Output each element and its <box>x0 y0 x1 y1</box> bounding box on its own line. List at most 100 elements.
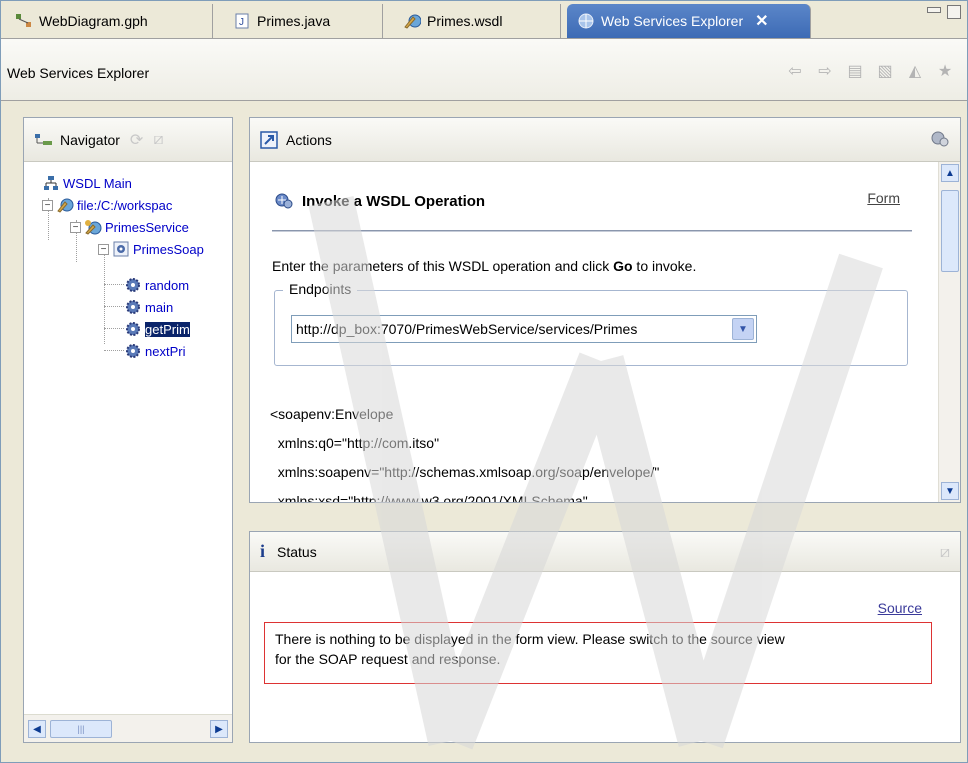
binding-icon <box>112 240 130 258</box>
tree-item-label: getPrim <box>145 321 190 337</box>
collapse-toggle[interactable]: − <box>70 221 81 233</box>
tab-web-services-explorer[interactable]: Web Services Explorer ✕ <box>567 4 811 38</box>
minimize-icon[interactable] <box>927 7 941 13</box>
tree-item-label: nextPri <box>145 343 186 359</box>
tree-item-operation[interactable]: random <box>124 274 189 296</box>
scroll-up-icon[interactable]: ▲ <box>941 164 959 182</box>
tree-item-label: file:/C:/workspac <box>77 197 173 213</box>
editor-tab-bar: WebDiagram.gph J Primes.java Primes.wsdl… <box>1 1 967 39</box>
tree-item-operation-selected[interactable]: getPrim <box>124 318 190 340</box>
instruction-go: Go <box>613 258 633 274</box>
actions-vertical-scrollbar[interactable]: ▲ ▼ <box>938 162 960 502</box>
clear-status-icon[interactable]: ⧄ <box>940 544 950 562</box>
wsdl-operation-icon <box>930 130 950 151</box>
svg-text:J: J <box>239 17 244 28</box>
tab-primes-java[interactable]: J Primes.java <box>223 4 383 38</box>
tab-primes-wsdl[interactable]: Primes.wsdl <box>393 4 561 38</box>
tree-item-label: random <box>145 277 190 293</box>
back-icon[interactable]: ⇦ <box>785 61 805 81</box>
scroll-thumb[interactable]: ||| <box>50 720 112 738</box>
instruction-part: to invoke. <box>632 258 697 274</box>
instruction-text: Enter the parameters of this WSDL operat… <box>272 258 696 274</box>
close-tab-icon[interactable]: ✕ <box>755 11 768 31</box>
tree-item-operation[interactable]: nextPri <box>124 340 185 362</box>
xml-line: xmlns:soapenv="http://schemas.xmlsoap.or… <box>270 464 660 480</box>
collapse-toggle[interactable]: − <box>98 243 109 255</box>
actions-panel: Actions Invoke a WSDL Operation Form Ent… <box>249 117 961 503</box>
status-message-line: There is nothing to be displayed in the … <box>275 631 785 647</box>
status-message: There is nothing to be displayed in the … <box>264 622 932 684</box>
service-icon <box>84 218 102 236</box>
xml-line: xmlns:q0="http://com.itso" <box>270 435 440 451</box>
page-title: Web Services Explorer <box>7 65 150 81</box>
scroll-right-icon[interactable]: ▶ <box>210 720 228 738</box>
actions-title: Actions <box>286 131 332 148</box>
tab-webdiagram[interactable]: WebDiagram.gph <box>5 4 213 38</box>
scroll-left-icon[interactable]: ◀ <box>28 720 46 738</box>
clear-icon[interactable]: ⧄ <box>153 131 163 149</box>
tree-item-label: main <box>145 299 174 315</box>
chevron-down-icon[interactable]: ▼ <box>732 318 754 340</box>
navigator-title: Navigator <box>60 131 120 148</box>
instruction-part: Enter the parameters of this WSDL operat… <box>272 258 614 274</box>
wsdl-file-icon <box>56 196 74 214</box>
maximize-icon[interactable] <box>947 5 961 19</box>
navigator-header: Navigator ⟳ ⧄ <box>24 118 232 162</box>
soap-envelope-source: <soapenv:Envelope xmlns:q0="http://com.i… <box>270 400 659 502</box>
tab-label: Primes.wsdl <box>427 13 503 29</box>
endpoints-legend: Endpoints <box>283 281 358 297</box>
wsdl-file-icon <box>403 12 421 30</box>
endpoints-fieldset: Endpoints http://dp_box:7070/PrimesWebSe… <box>274 281 908 366</box>
tree-item-operation[interactable]: main <box>124 296 173 318</box>
tree-item-label: WSDL Main <box>63 175 132 191</box>
tree-item-wsdl-file[interactable]: − file:/C:/workspac <box>42 194 172 216</box>
status-header: i Status ⧄ <box>250 532 960 572</box>
tab-label: WebDiagram.gph <box>39 13 148 29</box>
tree-item-service[interactable]: − PrimesService <box>70 216 189 238</box>
navigator-horizontal-scrollbar[interactable]: ◀ ||| ▶ <box>24 714 232 742</box>
invoke-operation-icon <box>274 192 296 210</box>
xml-line: xmlns:xsd="http://www.w3.org/2001/XMLSch… <box>270 493 588 502</box>
scroll-down-icon[interactable]: ▼ <box>941 482 959 500</box>
wsdl-page-icon[interactable]: ◭ <box>905 61 925 81</box>
actions-icon <box>260 130 280 149</box>
operation-gear-icon <box>124 342 142 360</box>
endpoint-value: http://dp_box:7070/PrimesWebService/serv… <box>296 321 638 337</box>
refresh-icon[interactable]: ⟳ <box>130 130 143 150</box>
hierarchy-icon <box>42 174 60 192</box>
operation-gear-icon <box>124 298 142 316</box>
favorites-icon[interactable]: ★ <box>935 61 955 81</box>
form-link[interactable]: Form <box>867 190 900 206</box>
scroll-thumb[interactable] <box>941 190 959 272</box>
operation-gear-icon <box>124 320 142 338</box>
actions-header: Actions <box>250 118 960 162</box>
navigator-tree: WSDL Main − file:/C:/workspac − PrimesSe… <box>24 162 232 712</box>
globe-icon <box>577 12 595 30</box>
operation-heading: Invoke a WSDL Operation <box>274 192 485 210</box>
tree-item-wsdl-main[interactable]: WSDL Main <box>42 172 132 194</box>
tree-item-binding[interactable]: − PrimesSoap <box>98 238 204 260</box>
window-controls <box>927 5 961 19</box>
tab-label: Primes.java <box>257 13 331 29</box>
uddi-page-icon[interactable]: ▤ <box>845 61 865 81</box>
window-frame: WebDiagram.gph J Primes.java Primes.wsdl… <box>0 0 968 763</box>
operation-gear-icon <box>124 276 142 294</box>
diagram-icon <box>15 12 33 30</box>
status-panel: i Status ⧄ Source There is nothing to be… <box>249 531 961 743</box>
forward-icon[interactable]: ⇨ <box>815 61 835 81</box>
tab-label: Web Services Explorer <box>601 13 744 29</box>
tree-item-label: PrimesSoap <box>133 241 204 257</box>
wsil-page-icon[interactable]: ▧ <box>875 61 895 81</box>
endpoint-select[interactable]: http://dp_box:7070/PrimesWebService/serv… <box>291 315 757 343</box>
divider <box>272 230 912 232</box>
xml-line: <soapenv:Envelope <box>270 406 394 422</box>
collapse-toggle[interactable]: − <box>42 199 53 211</box>
operation-title: Invoke a WSDL Operation <box>302 192 486 210</box>
actions-content: Invoke a WSDL Operation Form Enter the p… <box>250 162 938 502</box>
status-message-line: for the SOAP request and response. <box>275 651 501 667</box>
explorer-title-bar: Web Services Explorer ⇦ ⇨ ▤ ▧ ◭ ★ <box>1 39 967 101</box>
status-title: Status <box>277 543 317 560</box>
tree-item-label: PrimesService <box>105 219 189 235</box>
source-link[interactable]: Source <box>878 600 922 616</box>
navigator-panel: Navigator ⟳ ⧄ WSDL Main − file:/C:/works… <box>23 117 233 743</box>
